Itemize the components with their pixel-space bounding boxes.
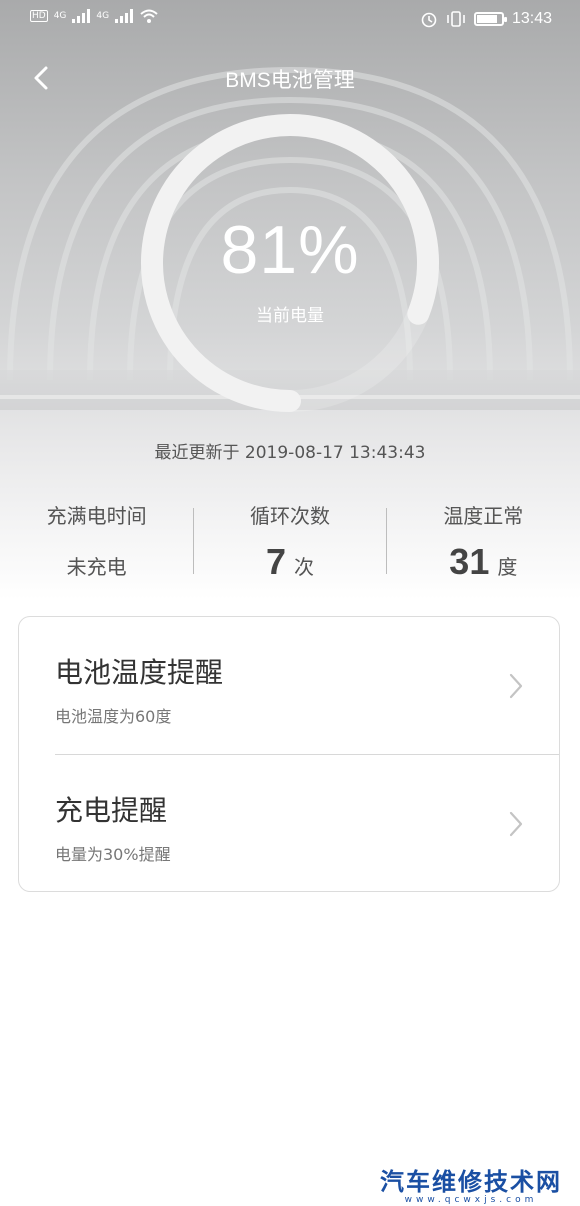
stat-charge-time: 充满电时间 未充电 xyxy=(0,498,193,580)
signal-indicators: HD 4G 4G xyxy=(30,8,159,24)
network-type-label: 4G xyxy=(53,11,67,21)
battery-gauge: 81% 当前电量 xyxy=(140,113,440,413)
temperature-unit: 度 xyxy=(497,555,518,579)
chevron-right-icon xyxy=(509,673,523,699)
cycle-count-unit: 次 xyxy=(294,555,314,579)
cycle-count-number: 7 xyxy=(265,541,286,582)
stats-row: 充满电时间 未充电 循环次数 7次 温度正常 31 度 xyxy=(0,498,580,582)
temperature-number: 31 xyxy=(449,541,490,582)
battery-icon xyxy=(473,12,507,26)
temperature-reminder-row[interactable]: 电池温度提醒 电池温度为60度 xyxy=(19,617,559,755)
reminder-card: 电池温度提醒 电池温度为60度 充电提醒 电量为30%提醒 xyxy=(18,616,560,892)
charge-reminder-row[interactable]: 充电提醒 电量为30%提醒 xyxy=(19,755,559,893)
stat-cycle-count: 循环次数 7次 xyxy=(193,498,386,582)
row-subtitle: 电池温度为60度 xyxy=(55,707,172,726)
hd-badge: HD xyxy=(30,10,48,22)
status-bar: HD 4G 4G 13:43 xyxy=(0,0,580,44)
row-title: 电池温度提醒 xyxy=(55,656,224,689)
vibrate-icon xyxy=(447,11,465,27)
watermark: 汽车维修技术网 www.qcwxjs.com xyxy=(380,1162,562,1205)
stat-label: 循环次数 xyxy=(249,504,330,528)
clock: 13:43 xyxy=(511,10,552,27)
page-title: BMS电池管理 xyxy=(225,69,355,92)
stat-value: 31 度 xyxy=(387,541,580,583)
battery-percent: 81% xyxy=(220,212,360,288)
stat-value: 7次 xyxy=(193,541,386,583)
watermark-url: www.qcwxjs.com xyxy=(404,1195,538,1205)
app-header: BMS电池管理 xyxy=(0,56,580,100)
chevron-right-icon xyxy=(509,811,523,837)
wifi-icon xyxy=(140,9,158,23)
alarm-icon xyxy=(421,12,437,28)
status-right: 13:43 xyxy=(420,10,552,28)
signal-icon xyxy=(72,9,91,23)
stat-label: 充满电时间 xyxy=(46,504,147,528)
charge-status: 未充电 xyxy=(66,555,127,579)
signal-icon-2 xyxy=(115,9,134,23)
row-subtitle: 电量为30%提醒 xyxy=(55,845,171,864)
network-type-label-2: 4G xyxy=(96,11,110,21)
stat-temperature: 温度正常 31 度 xyxy=(387,498,580,582)
stat-value: 未充电 xyxy=(0,551,193,580)
battery-percent-label: 当前电量 xyxy=(256,306,324,326)
last-updated: 最近更新于 2019-08-17 13:43:43 xyxy=(154,443,426,463)
row-title: 充电提醒 xyxy=(55,794,168,827)
stat-label: 温度正常 xyxy=(443,504,524,528)
watermark-title: 汽车维修技术网 xyxy=(380,1168,562,1196)
